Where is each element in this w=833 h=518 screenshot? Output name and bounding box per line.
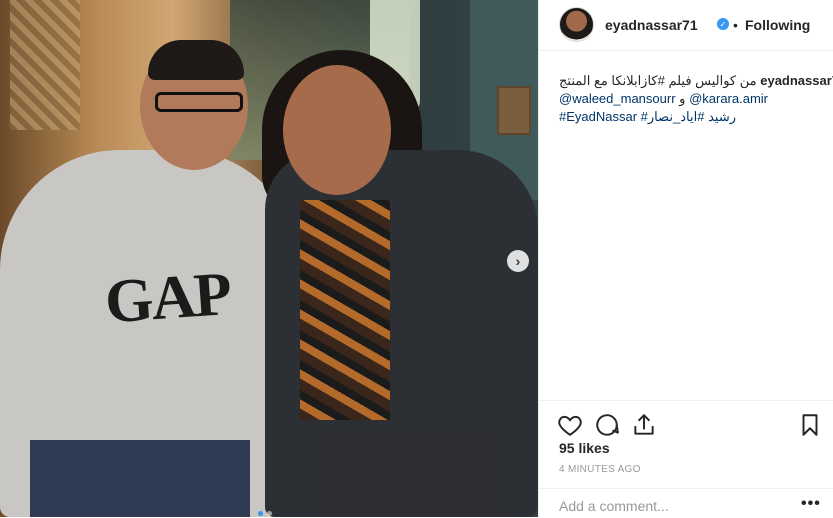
verified-icon: ✓: [717, 18, 729, 30]
caption-line-3: #EyadNassar #رشيد #اياد_نصار: [559, 108, 799, 126]
person-left-glasses: [155, 92, 243, 112]
post-photo[interactable]: GAP ›: [0, 0, 538, 517]
post-timestamp[interactable]: 4 MINUTES AGO: [559, 464, 641, 475]
caption-text: من كواليس فيلم #كازابلانكا مع المنتج: [559, 73, 757, 88]
person-left-hair: [148, 40, 244, 80]
next-photo-button[interactable]: ›: [507, 250, 529, 272]
bookmark-icon[interactable]: [797, 412, 823, 438]
hoodie-logo-text: GAP: [102, 259, 233, 337]
instagram-post-modal: GAP › eyadnassar71 ✓ • Following من كوال…: [0, 0, 833, 517]
more-options-button[interactable]: •••: [801, 495, 821, 513]
background-ornament: [10, 0, 80, 130]
header-separator: •: [733, 17, 738, 33]
caption-line-2: @waleed_mansourr و @karara.amir: [559, 90, 799, 108]
comment-input[interactable]: Add a comment...: [559, 498, 669, 514]
caption-author-link[interactable]: eyadnassar71: [760, 73, 833, 88]
background-picture-frame: [497, 86, 531, 135]
post-header: eyadnassar71 ✓ • Following: [539, 0, 833, 51]
person-left-jeans: [30, 440, 250, 517]
carousel-dot: [267, 511, 272, 516]
username-link[interactable]: eyadnassar71: [605, 17, 698, 33]
caption-conjunction: و: [679, 91, 686, 106]
comment-bar: Add a comment... •••: [539, 488, 833, 518]
hashtag-link[interactable]: #اياد_نصار: [648, 109, 705, 124]
mention-link[interactable]: @waleed_mansourr: [559, 91, 676, 106]
mention-link[interactable]: @karara.amir: [689, 91, 768, 106]
carousel-dot: [258, 511, 263, 516]
caption-line-1: من كواليس فيلم #كازابلانكا مع المنتج eya…: [559, 72, 833, 90]
person-right-shirt: [300, 200, 390, 420]
chevron-right-icon: ›: [515, 253, 521, 269]
share-icon[interactable]: [631, 412, 657, 438]
person-right-head: [283, 65, 391, 195]
following-button[interactable]: Following: [745, 17, 810, 33]
person-right-jeans: [320, 430, 510, 517]
avatar[interactable]: [559, 7, 594, 42]
comment-icon[interactable]: [594, 412, 620, 438]
post-side-panel: eyadnassar71 ✓ • Following من كواليس فيل…: [538, 0, 833, 517]
likes-count[interactable]: 95 likes: [559, 440, 610, 456]
heart-icon[interactable]: [557, 412, 583, 438]
post-caption: من كواليس فيلم #كازابلانكا مع المنتج eya…: [559, 72, 833, 126]
hashtag-link[interactable]: #EyadNassar: [559, 109, 637, 124]
carousel-indicator: [258, 511, 272, 516]
